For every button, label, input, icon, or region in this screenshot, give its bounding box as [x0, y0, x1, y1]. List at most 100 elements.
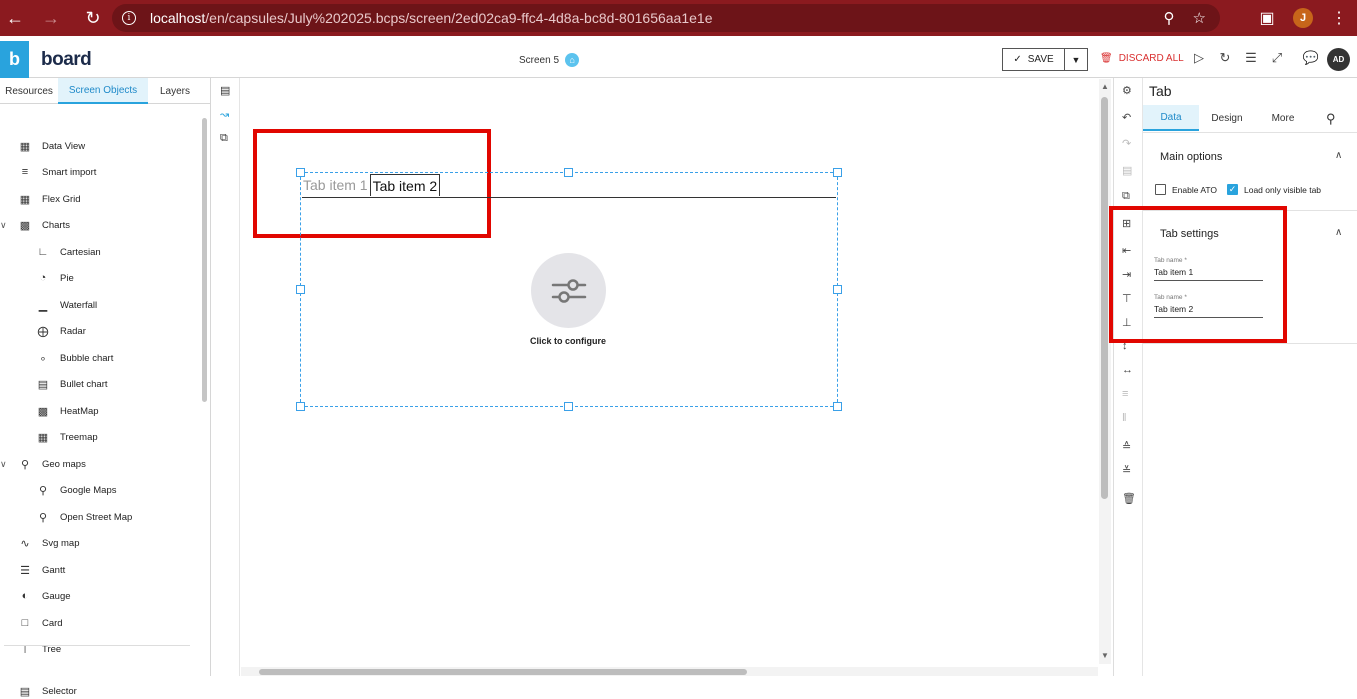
screen-title: Screen 5 ⌂ — [519, 53, 580, 67]
comment-icon[interactable]: 💬 — [1302, 50, 1320, 66]
bubble-chart-icon: ∘ — [39, 352, 47, 365]
address-bar[interactable]: i localhost/en/capsules/July%202025.bcps… — [112, 4, 1220, 32]
scroll-down-icon[interactable]: ▼ — [1101, 651, 1109, 660]
list-item-cartesian[interactable]: ∟ Cartesian — [36, 244, 101, 260]
browser-menu-icon[interactable]: ⋮ — [1321, 0, 1357, 36]
list-item-google-maps[interactable]: ⚲ Google Maps — [36, 482, 117, 498]
list-item-label: Pie — [60, 272, 74, 284]
list-item-label: Bubble chart — [60, 352, 114, 364]
list-item-charts[interactable]: ∨ ▩ Charts — [0, 217, 70, 233]
list-item-waterfall[interactable]: ▁ Waterfall — [36, 297, 97, 313]
board-logo-icon[interactable]: b — [0, 41, 29, 78]
configure-label[interactable]: Click to configure — [490, 336, 646, 346]
layout-icon[interactable]: ☰ — [1242, 50, 1260, 66]
resize-handle[interactable] — [296, 402, 305, 411]
chevron-down-icon[interactable]: ∨ — [0, 220, 7, 231]
search-icon[interactable]: ⚲ — [1326, 111, 1336, 127]
copy-icon[interactable]: ⧉ — [1122, 190, 1130, 203]
list-item-treemap[interactable]: ▦ Treemap — [36, 429, 98, 445]
tab-data[interactable]: Data — [1143, 105, 1199, 131]
delete-icon[interactable]: 🗑 — [1122, 492, 1136, 505]
list-item-card[interactable]: □ Card — [18, 615, 63, 631]
list-item-label: Geo maps — [42, 458, 86, 470]
tab-item-2[interactable]: Tab item 2 — [369, 174, 441, 196]
list-item-radar[interactable]: ⨁ Radar — [36, 323, 86, 339]
resize-handle[interactable] — [833, 402, 842, 411]
tab-screen-objects[interactable]: Screen Objects — [58, 78, 148, 104]
undo-icon[interactable]: ↶ — [1122, 111, 1131, 124]
load-only-visible-tab-checkbox[interactable]: ✓ Load only visible tab — [1227, 184, 1321, 195]
card-icon: □ — [21, 617, 29, 629]
selection-tool-icon[interactable]: ↝ — [220, 108, 229, 121]
scroll-thumb[interactable] — [259, 669, 747, 675]
tab-item-1[interactable]: Tab item 1 — [302, 174, 370, 196]
list-item-tree[interactable]: ⊤ Tree — [18, 641, 61, 657]
discard-all-button[interactable]: 🗑 DISCARD ALL — [1100, 53, 1184, 64]
properties-icon[interactable]: ⚙ — [1122, 84, 1132, 97]
bookmark-star-icon[interactable]: ☆ — [1193, 9, 1206, 27]
resize-handle[interactable] — [833, 285, 842, 294]
site-info-icon[interactable]: i — [122, 11, 136, 25]
list-item-label: Flex Grid — [42, 193, 81, 205]
app-header: b board Screen 5 ⌂ ✓ SAVE ▼ 🗑 DISCARD AL… — [0, 41, 1357, 78]
list-item-label: Selector — [42, 685, 77, 697]
tab-resources[interactable]: Resources — [0, 78, 58, 104]
list-item-pie[interactable]: ◔ Pie — [36, 270, 74, 286]
send-backward-icon[interactable]: ≚ — [1122, 464, 1131, 477]
list-item-label: Gantt — [42, 564, 66, 576]
chevron-up-icon[interactable]: ∧ — [1335, 150, 1342, 161]
screen-info-icon[interactable]: ⌂ — [565, 53, 580, 67]
expand-icon[interactable]: ⤢ — [1268, 50, 1286, 66]
list-item-smart-import[interactable]: ≡ Smart import — [18, 164, 97, 180]
list-item-gantt[interactable]: ☰ Gantt — [18, 562, 65, 578]
canvas-vertical-scrollbar[interactable]: ▲ ▼ — [1099, 79, 1111, 664]
back-arrow-icon[interactable]: ← — [0, 0, 30, 36]
list-item-bubble-chart[interactable]: ∘ Bubble chart — [36, 350, 114, 366]
profile-button[interactable]: J — [1285, 0, 1321, 36]
resize-handle[interactable] — [564, 402, 573, 411]
configure-button[interactable] — [531, 253, 606, 328]
reload-icon[interactable]: ↻ — [78, 0, 108, 36]
play-icon[interactable]: ▷ — [1190, 50, 1208, 66]
save-button[interactable]: ✓ SAVE — [1003, 49, 1065, 70]
scroll-up-icon[interactable]: ▲ — [1101, 82, 1109, 91]
distribute-horizontal-icon[interactable]: ‖ — [1122, 412, 1127, 424]
enable-ato-checkbox[interactable]: Enable ATO — [1155, 184, 1217, 195]
group-icon[interactable]: ⧉ — [220, 132, 228, 145]
tab-design[interactable]: Design — [1199, 105, 1255, 131]
list-item-svg-map[interactable]: ∿ Svg map — [18, 535, 79, 551]
canvas-horizontal-scrollbar[interactable] — [241, 667, 1098, 676]
profile-avatar: J — [1293, 8, 1313, 28]
list-item-heatmap[interactable]: ▩ HeatMap — [36, 403, 99, 419]
scroll-thumb[interactable] — [1101, 97, 1108, 499]
distribute-vertical-icon[interactable]: ≡ — [1122, 388, 1128, 400]
list-item-gauge[interactable]: ◐ Gauge — [18, 588, 71, 604]
list-item-open-street-map[interactable]: ⚲ Open Street Map — [36, 509, 132, 525]
list-item-selector[interactable]: ▤ Selector — [18, 683, 77, 699]
list-item-bullet-chart[interactable]: ▤ Bullet chart — [36, 376, 108, 392]
gantt-icon: ☰ — [20, 564, 30, 577]
save-dropdown-icon[interactable]: ▼ — [1065, 55, 1087, 65]
tab-more[interactable]: More — [1255, 105, 1311, 131]
list-item-geo-maps[interactable]: ∨ ⚲ Geo maps — [0, 456, 86, 472]
list-item-data-view[interactable]: ▦ Data View — [18, 138, 85, 154]
bullet-chart-icon: ▤ — [37, 378, 49, 391]
redo-icon[interactable]: ↷ — [1122, 137, 1131, 150]
forward-arrow-icon[interactable]: → — [36, 0, 66, 36]
zoom-icon[interactable]: ⚲ — [1164, 9, 1175, 27]
refresh-icon[interactable]: ↻ — [1216, 50, 1234, 66]
resize-handle[interactable] — [296, 285, 305, 294]
main-options-title: Main options — [1160, 151, 1223, 163]
left-panel-scrollbar[interactable] — [202, 118, 207, 402]
align-center-horizontal-icon[interactable]: ↔ — [1122, 364, 1133, 376]
url-host: localhost — [150, 10, 206, 26]
grid-settings-icon[interactable]: ▤ — [220, 84, 230, 97]
chevron-up-icon[interactable]: ∧ — [1335, 227, 1342, 238]
format-painter-icon[interactable]: ▤ — [1122, 164, 1132, 177]
chevron-down-icon[interactable]: ∨ — [0, 459, 7, 470]
list-item-flex-grid[interactable]: ▦ Flex Grid — [18, 191, 81, 207]
user-avatar[interactable]: AD — [1327, 48, 1350, 71]
bring-forward-icon[interactable]: ≙ — [1122, 440, 1131, 453]
tab-layers[interactable]: Layers — [148, 78, 202, 104]
extensions-icon[interactable]: ▣ — [1249, 0, 1285, 36]
